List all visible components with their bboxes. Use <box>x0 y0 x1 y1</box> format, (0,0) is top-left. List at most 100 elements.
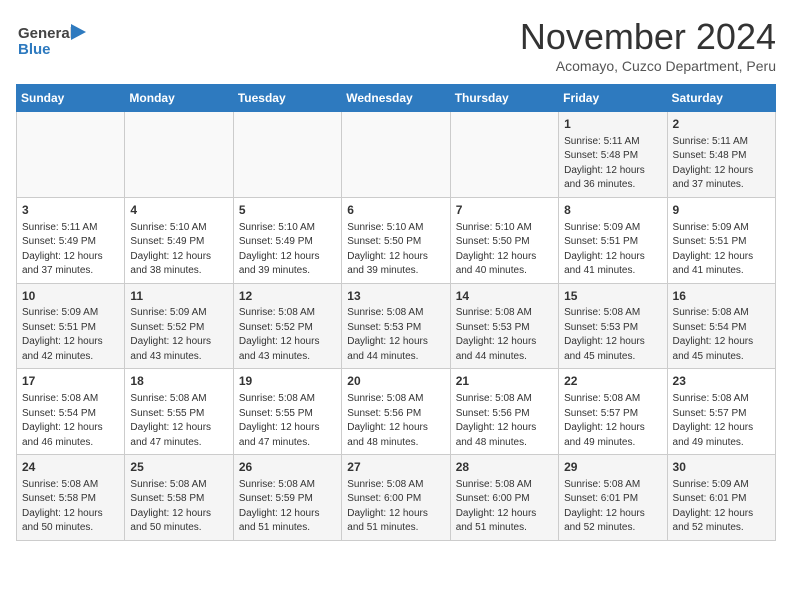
day-info: Sunrise: 5:08 AMSunset: 5:53 PMDaylight:… <box>456 306 553 364</box>
day-number: 16 <box>673 288 770 305</box>
day-cell: 26 Sunrise: 5:08 AMSunset: 5:59 PMDayligh… <box>233 455 341 541</box>
day-cell: 19 Sunrise: 5:08 AMSunset: 5:55 PMDayligh… <box>233 369 341 455</box>
col-header-tuesday: Tuesday <box>233 85 341 112</box>
week-row-2: 3 Sunrise: 5:11 AMSunset: 5:49 PMDaylight… <box>17 197 776 283</box>
day-number: 26 <box>239 459 336 476</box>
day-info: Sunrise: 5:08 AMSunset: 5:54 PMDaylight:… <box>22 392 119 450</box>
day-cell: 1 Sunrise: 5:11 AMSunset: 5:48 PMDaylight… <box>559 112 667 198</box>
calendar-header: SundayMondayTuesdayWednesdayThursdayFrid… <box>17 85 776 112</box>
day-number: 10 <box>22 288 119 305</box>
week-row-1: 1 Sunrise: 5:11 AMSunset: 5:48 PMDaylight… <box>17 112 776 198</box>
day-cell <box>342 112 450 198</box>
day-info: Sunrise: 5:10 AMSunset: 5:49 PMDaylight:… <box>239 221 336 279</box>
day-number: 29 <box>564 459 661 476</box>
day-cell: 11Sunrise: 5:09 AMSunset: 5:52 PMDayligh… <box>125 283 233 369</box>
day-cell: 12Sunrise: 5:08 AMSunset: 5:52 PMDayligh… <box>233 283 341 369</box>
day-cell: 18Sunrise: 5:08 AMSunset: 5:55 PMDayligh… <box>125 369 233 455</box>
day-info: Sunrise: 5:08 AMSunset: 5:58 PMDaylight:… <box>130 478 227 536</box>
day-cell: 13Sunrise: 5:08 AMSunset: 5:53 PMDayligh… <box>342 283 450 369</box>
col-header-sunday: Sunday <box>17 85 125 112</box>
day-info: Sunrise: 5:10 AMSunset: 5:49 PMDaylight:… <box>130 221 227 279</box>
day-cell: 5 Sunrise: 5:10 AMSunset: 5:49 PMDaylight… <box>233 197 341 283</box>
title-area: November 2024 Acomayo, Cuzco Department,… <box>520 16 776 74</box>
logo: General Blue <box>16 16 86 71</box>
day-info: Sunrise: 5:08 AMSunset: 6:00 PMDaylight:… <box>347 478 444 536</box>
week-row-5: 24 Sunrise: 5:08 AMSunset: 5:58 PMDayligh… <box>17 455 776 541</box>
week-row-3: 10Sunrise: 5:09 AMSunset: 5:51 PMDayligh… <box>17 283 776 369</box>
day-number: 20 <box>347 373 444 390</box>
day-number: 6 <box>347 202 444 219</box>
col-header-wednesday: Wednesday <box>342 85 450 112</box>
day-info: Sunrise: 5:08 AMSunset: 5:57 PMDaylight:… <box>673 392 770 450</box>
calendar-body: 1 Sunrise: 5:11 AMSunset: 5:48 PMDaylight… <box>17 112 776 541</box>
day-cell <box>125 112 233 198</box>
day-info: Sunrise: 5:09 AMSunset: 5:51 PMDaylight:… <box>22 306 119 364</box>
day-info: Sunrise: 5:11 AMSunset: 5:48 PMDaylight:… <box>564 135 661 193</box>
day-cell: 16Sunrise: 5:08 AMSunset: 5:54 PMDayligh… <box>667 283 775 369</box>
day-info: Sunrise: 5:08 AMSunset: 5:55 PMDaylight:… <box>239 392 336 450</box>
day-number: 2 <box>673 116 770 133</box>
day-number: 28 <box>456 459 553 476</box>
day-number: 9 <box>673 202 770 219</box>
day-info: Sunrise: 5:11 AMSunset: 5:48 PMDaylight:… <box>673 135 770 193</box>
day-cell: 25 Sunrise: 5:08 AMSunset: 5:58 PMDayligh… <box>125 455 233 541</box>
day-cell: 29 Sunrise: 5:08 AMSunset: 6:01 PMDayligh… <box>559 455 667 541</box>
day-number: 30 <box>673 459 770 476</box>
day-number: 19 <box>239 373 336 390</box>
day-cell: 21 Sunrise: 5:08 AMSunset: 5:56 PMDayligh… <box>450 369 558 455</box>
day-number: 25 <box>130 459 227 476</box>
day-cell <box>233 112 341 198</box>
day-number: 12 <box>239 288 336 305</box>
day-cell: 30Sunrise: 5:09 AMSunset: 6:01 PMDayligh… <box>667 455 775 541</box>
day-cell: 7Sunrise: 5:10 AMSunset: 5:50 PMDaylight… <box>450 197 558 283</box>
month-year-title: November 2024 <box>520 16 776 58</box>
day-cell: 8Sunrise: 5:09 AMSunset: 5:51 PMDaylight… <box>559 197 667 283</box>
day-info: Sunrise: 5:08 AMSunset: 5:55 PMDaylight:… <box>130 392 227 450</box>
day-info: Sunrise: 5:11 AMSunset: 5:49 PMDaylight:… <box>22 221 119 279</box>
day-number: 24 <box>22 459 119 476</box>
day-cell <box>450 112 558 198</box>
day-info: Sunrise: 5:08 AMSunset: 5:53 PMDaylight:… <box>347 306 444 364</box>
day-info: Sunrise: 5:08 AMSunset: 5:54 PMDaylight:… <box>673 306 770 364</box>
day-info: Sunrise: 5:08 AMSunset: 5:58 PMDaylight:… <box>22 478 119 536</box>
day-cell: 28 Sunrise: 5:08 AMSunset: 6:00 PMDayligh… <box>450 455 558 541</box>
day-cell: 9Sunrise: 5:09 AMSunset: 5:51 PMDaylight… <box>667 197 775 283</box>
day-number: 22 <box>564 373 661 390</box>
day-cell: 6 Sunrise: 5:10 AMSunset: 5:50 PMDaylight… <box>342 197 450 283</box>
day-cell: 4 Sunrise: 5:10 AMSunset: 5:49 PMDaylight… <box>125 197 233 283</box>
col-header-friday: Friday <box>559 85 667 112</box>
day-number: 14 <box>456 288 553 305</box>
svg-text:Blue: Blue <box>18 41 51 58</box>
logo-svg: General Blue <box>16 16 86 66</box>
day-cell: 15Sunrise: 5:08 AMSunset: 5:53 PMDayligh… <box>559 283 667 369</box>
day-info: Sunrise: 5:08 AMSunset: 5:56 PMDaylight:… <box>456 392 553 450</box>
day-cell: 23Sunrise: 5:08 AMSunset: 5:57 PMDayligh… <box>667 369 775 455</box>
day-number: 27 <box>347 459 444 476</box>
day-cell <box>17 112 125 198</box>
day-info: Sunrise: 5:08 AMSunset: 6:00 PMDaylight:… <box>456 478 553 536</box>
day-number: 1 <box>564 116 661 133</box>
day-info: Sunrise: 5:08 AMSunset: 5:56 PMDaylight:… <box>347 392 444 450</box>
day-info: Sunrise: 5:08 AMSunset: 6:01 PMDaylight:… <box>564 478 661 536</box>
col-header-thursday: Thursday <box>450 85 558 112</box>
day-number: 17 <box>22 373 119 390</box>
calendar-table: SundayMondayTuesdayWednesdayThursdayFrid… <box>16 84 776 541</box>
day-number: 21 <box>456 373 553 390</box>
day-number: 4 <box>130 202 227 219</box>
page-header: General Blue November 2024 Acomayo, Cuzc… <box>16 16 776 74</box>
day-info: Sunrise: 5:10 AMSunset: 5:50 PMDaylight:… <box>347 221 444 279</box>
day-number: 13 <box>347 288 444 305</box>
day-cell: 20 Sunrise: 5:08 AMSunset: 5:56 PMDayligh… <box>342 369 450 455</box>
day-cell: 2 Sunrise: 5:11 AMSunset: 5:48 PMDaylight… <box>667 112 775 198</box>
week-row-4: 17 Sunrise: 5:08 AMSunset: 5:54 PMDayligh… <box>17 369 776 455</box>
location-subtitle: Acomayo, Cuzco Department, Peru <box>520 58 776 74</box>
day-cell: 14Sunrise: 5:08 AMSunset: 5:53 PMDayligh… <box>450 283 558 369</box>
header-row: SundayMondayTuesdayWednesdayThursdayFrid… <box>17 85 776 112</box>
col-header-saturday: Saturday <box>667 85 775 112</box>
day-info: Sunrise: 5:08 AMSunset: 5:59 PMDaylight:… <box>239 478 336 536</box>
day-cell: 27 Sunrise: 5:08 AMSunset: 6:00 PMDayligh… <box>342 455 450 541</box>
day-number: 5 <box>239 202 336 219</box>
day-number: 3 <box>22 202 119 219</box>
day-cell: 22Sunrise: 5:08 AMSunset: 5:57 PMDayligh… <box>559 369 667 455</box>
day-info: Sunrise: 5:09 AMSunset: 5:52 PMDaylight:… <box>130 306 227 364</box>
